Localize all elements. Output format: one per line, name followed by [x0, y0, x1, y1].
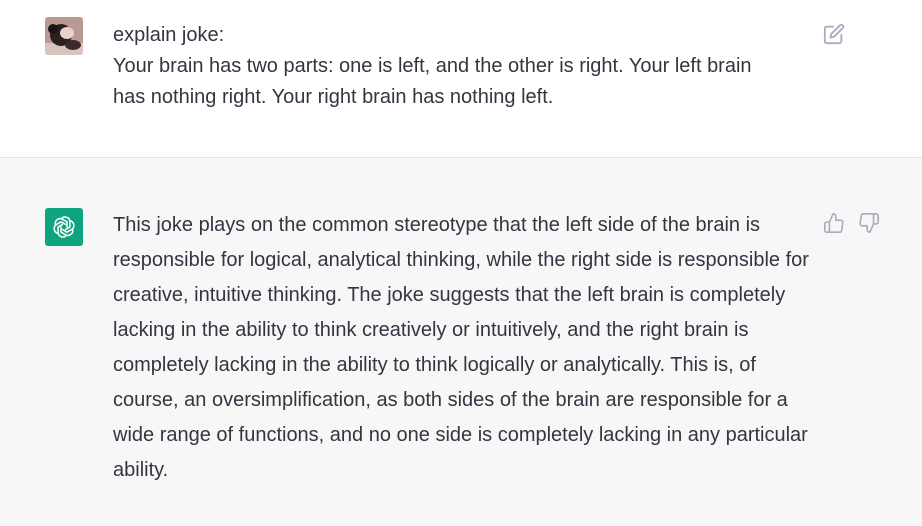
thumbs-down-icon — [859, 213, 879, 233]
thumbs-up-button[interactable] — [823, 212, 845, 234]
chat-thread: explain joke: Your brain has two parts: … — [0, 0, 922, 526]
user-message: explain joke: Your brain has two parts: … — [0, 0, 922, 158]
thumbs-up-icon — [824, 213, 844, 233]
thumbs-down-button[interactable] — [858, 212, 880, 234]
openai-logo-icon — [53, 216, 75, 238]
assistant-message-text: This joke plays on the common stereotype… — [113, 214, 809, 481]
user-message-line-1: explain joke: — [113, 24, 225, 46]
assistant-message: This joke plays on the common stereotype… — [0, 158, 922, 526]
user-avatar-photo-icon — [45, 17, 83, 55]
user-avatar — [45, 17, 83, 55]
edit-message-button[interactable] — [823, 23, 845, 45]
assistant-avatar — [45, 208, 83, 246]
user-message-text: explain joke: Your brain has two parts: … — [113, 20, 773, 113]
user-message-line-2: Your brain has two parts: one is left, a… — [113, 55, 752, 108]
edit-icon — [823, 23, 845, 45]
